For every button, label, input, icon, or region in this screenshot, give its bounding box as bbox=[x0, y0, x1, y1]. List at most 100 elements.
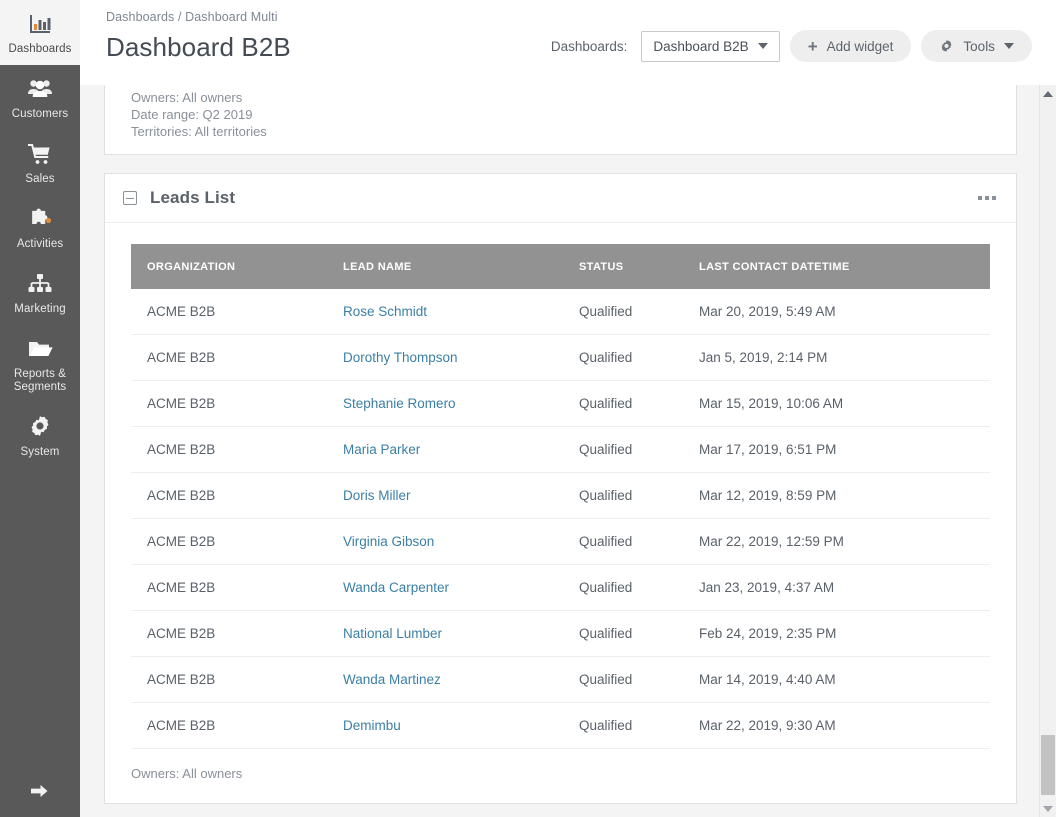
column-header-last-contact-datetime[interactable]: LAST CONTACT DATETIME bbox=[683, 244, 990, 289]
sidebar-item-label: Marketing bbox=[14, 303, 66, 315]
scroll-down-button[interactable] bbox=[1040, 800, 1056, 817]
sidebar-item-dashboards[interactable]: Dashboards bbox=[0, 0, 80, 65]
cell-organization: ACME B2B bbox=[131, 656, 327, 703]
scrollbar-thumb[interactable] bbox=[1040, 735, 1055, 795]
gear-icon bbox=[939, 39, 954, 54]
column-header-organization[interactable]: ORGANIZATION bbox=[131, 244, 327, 289]
cell-lead-name: Dorothy Thompson bbox=[327, 334, 563, 381]
filter-owners: Owners: All owners bbox=[131, 90, 243, 105]
folder-open-icon bbox=[26, 335, 54, 363]
table-row: ACME B2B Virginia Gibson Qualified Mar 22, … bbox=[131, 518, 990, 565]
gear-icon bbox=[26, 413, 54, 441]
sidebar-item-label: Sales bbox=[25, 173, 55, 185]
cell-lead-name: Wanda Carpenter bbox=[327, 564, 563, 611]
sidebar-item-customers[interactable]: Customers bbox=[0, 65, 80, 130]
cell-lead-name: Stephanie Romero bbox=[327, 380, 563, 427]
lead-name-link[interactable]: Maria Parker bbox=[343, 442, 420, 457]
leads-list-widget: Leads List ORGANIZATION LEAD NAME STATUS… bbox=[104, 173, 1017, 804]
filter-date-range: Date range: Q2 2019 bbox=[131, 107, 253, 122]
lead-name-link[interactable]: National Lumber bbox=[343, 626, 442, 641]
leads-list-body: ORGANIZATION LEAD NAME STATUS LAST CONTA… bbox=[105, 223, 1016, 749]
cell-last-contact-datetime: Mar 22, 2019, 9:30 AM bbox=[683, 702, 990, 749]
tools-button[interactable]: Tools bbox=[921, 30, 1032, 62]
leads-table-head: ORGANIZATION LEAD NAME STATUS LAST CONTA… bbox=[131, 244, 990, 289]
cell-status: Qualified bbox=[563, 610, 683, 657]
table-row: ACME B2B Wanda Carpenter Qualified Jan 23, … bbox=[131, 564, 990, 611]
tools-label: Tools bbox=[963, 38, 995, 54]
plus-icon: + bbox=[807, 36, 818, 56]
cell-lead-name: Doris Miller bbox=[327, 472, 563, 519]
sidebar-item-system[interactable]: System bbox=[0, 403, 80, 468]
lead-name-link[interactable]: Virginia Gibson bbox=[343, 534, 434, 549]
page-title: Dashboard B2B bbox=[106, 32, 291, 62]
table-row: ACME B2B Wanda Martinez Qualified Mar 14, 2… bbox=[131, 656, 990, 703]
cell-status: Qualified bbox=[563, 289, 683, 335]
minus-square-icon[interactable] bbox=[123, 191, 137, 205]
table-row: ACME B2B Stephanie Romero Qualified Mar 15,… bbox=[131, 380, 990, 427]
table-header-row: ORGANIZATION LEAD NAME STATUS LAST CONTA… bbox=[131, 244, 990, 289]
vertical-scrollbar[interactable] bbox=[1038, 85, 1056, 817]
lead-name-link[interactable]: Stephanie Romero bbox=[343, 396, 456, 411]
sidebar-expand-button[interactable] bbox=[0, 770, 80, 817]
cell-status: Qualified bbox=[563, 702, 683, 749]
cell-organization: ACME B2B bbox=[131, 334, 327, 381]
cell-status: Qualified bbox=[563, 380, 683, 427]
column-header-lead-name[interactable]: LEAD NAME bbox=[327, 244, 563, 289]
cell-lead-name: Wanda Martinez bbox=[327, 656, 563, 703]
cell-lead-name: Virginia Gibson bbox=[327, 518, 563, 565]
lead-name-link[interactable]: Wanda Carpenter bbox=[343, 580, 449, 595]
cell-last-contact-datetime: Jan 5, 2019, 2:14 PM bbox=[683, 334, 990, 381]
sidebar-item-marketing[interactable]: Marketing bbox=[0, 260, 80, 325]
sidebar-item-activities[interactable]: Activities bbox=[0, 195, 80, 260]
caret-down-icon bbox=[1042, 805, 1053, 812]
dashboard-scroll-area: Owners: All owners Date range: Q2 2019 T… bbox=[80, 85, 1056, 817]
table-row: ACME B2B Demimbu Qualified Mar 22, 2019, 9:… bbox=[131, 702, 990, 749]
chevron-down-icon bbox=[1003, 43, 1014, 49]
leads-table: ORGANIZATION LEAD NAME STATUS LAST CONTA… bbox=[131, 244, 990, 749]
table-row: ACME B2B Maria Parker Qualified Mar 17, 201… bbox=[131, 426, 990, 473]
title-row: Dashboard B2B Dashboards: Dashboard B2B … bbox=[106, 30, 1032, 64]
cell-organization: ACME B2B bbox=[131, 380, 327, 427]
lead-name-link[interactable]: Demimbu bbox=[343, 718, 401, 733]
caret-up-icon bbox=[1042, 90, 1053, 97]
lead-name-link[interactable]: Wanda Martinez bbox=[343, 672, 441, 687]
cell-last-contact-datetime: Mar 17, 2019, 6:51 PM bbox=[683, 426, 990, 473]
table-row: ACME B2B National Lumber Qualified Feb 24, … bbox=[131, 610, 990, 657]
sidebar-item-sales[interactable]: Sales bbox=[0, 130, 80, 195]
sidebar-item-label: Customers bbox=[11, 108, 69, 120]
lead-name-link[interactable]: Dorothy Thompson bbox=[343, 350, 458, 365]
puzzle-piece-icon bbox=[26, 205, 54, 233]
sidebar-item-label: System bbox=[20, 446, 60, 458]
cell-organization: ACME B2B bbox=[131, 426, 327, 473]
dashboard-select[interactable]: Dashboard B2B bbox=[641, 30, 780, 62]
sidebar-item-label: Dashboards bbox=[8, 43, 72, 55]
lead-name-link[interactable]: Doris Miller bbox=[343, 488, 411, 503]
add-widget-label: Add widget bbox=[826, 38, 894, 54]
table-row: ACME B2B Doris Miller Qualified Mar 12, 201… bbox=[131, 472, 990, 519]
add-widget-button[interactable]: + Add widget bbox=[789, 30, 912, 62]
sidebar-item-reports-segments[interactable]: Reports & Segments bbox=[0, 325, 80, 403]
dashboard-filters-widget: Owners: All owners Date range: Q2 2019 T… bbox=[104, 85, 1017, 155]
cell-status: Qualified bbox=[563, 334, 683, 381]
dashboards-select-label: Dashboards: bbox=[550, 38, 628, 54]
cell-organization: ACME B2B bbox=[131, 564, 327, 611]
cell-last-contact-datetime: Mar 20, 2019, 5:49 AM bbox=[683, 289, 990, 335]
breadcrumb: Dashboards / Dashboard Multi bbox=[106, 10, 278, 24]
people-icon bbox=[26, 75, 54, 103]
ellipsis-icon[interactable] bbox=[974, 192, 1000, 204]
cell-organization: ACME B2B bbox=[131, 610, 327, 657]
main-sidebar: Dashboards Customers Sales Activities Ma… bbox=[0, 0, 80, 817]
cell-status: Qualified bbox=[563, 564, 683, 611]
main-content: Dashboards / Dashboard Multi Dashboard B… bbox=[80, 0, 1056, 817]
dashboard-select-value: Dashboard B2B bbox=[653, 38, 749, 54]
table-row: ACME B2B Rose Schmidt Qualified Mar 20, 201… bbox=[131, 289, 990, 335]
cell-organization: ACME B2B bbox=[131, 518, 327, 565]
leads-table-body: ACME B2B Rose Schmidt Qualified Mar 20, 201… bbox=[131, 289, 990, 749]
sidebar-item-label: Activities bbox=[16, 238, 64, 250]
lead-name-link[interactable]: Rose Schmidt bbox=[343, 304, 427, 319]
cell-organization: ACME B2B bbox=[131, 289, 327, 335]
cell-status: Qualified bbox=[563, 472, 683, 519]
column-header-status[interactable]: STATUS bbox=[563, 244, 683, 289]
scroll-up-button[interactable] bbox=[1040, 85, 1056, 102]
